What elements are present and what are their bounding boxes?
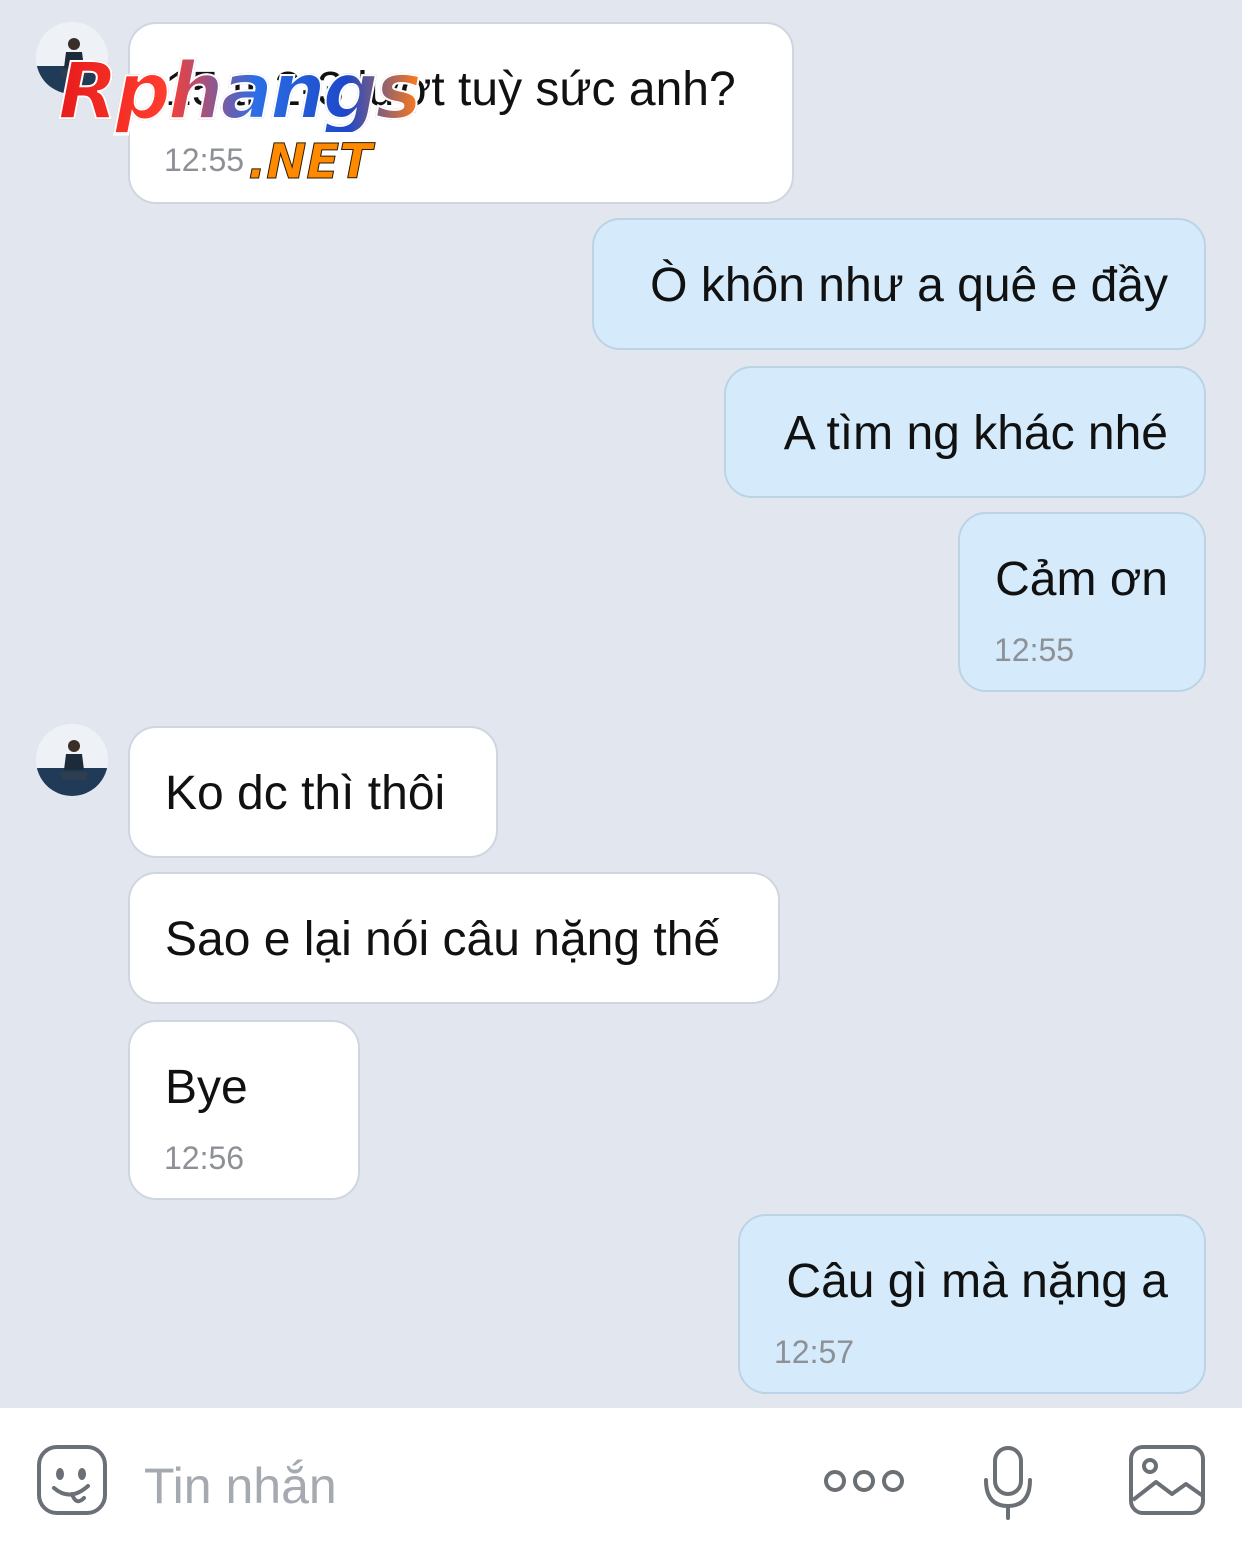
message-received[interactable]: 15 tr 2-3 lượt tuỳ sức anh? 12:55 (128, 22, 794, 204)
chat-area[interactable]: 15 tr 2-3 lượt tuỳ sức anh? 12:55 Ò khôn… (0, 0, 1242, 1407)
contact-avatar[interactable] (36, 724, 108, 796)
message-sent[interactable]: A tìm ng khác nhé (724, 366, 1206, 498)
message-sent[interactable]: Cảm ơn 12:55 (958, 512, 1206, 692)
message-text: Sao e lại nói câu nặng thế (165, 913, 721, 966)
message-received[interactable]: Bye 12:56 (128, 1020, 360, 1200)
avatar-photo-icon (36, 22, 108, 94)
microphone-icon[interactable] (978, 1444, 1038, 1527)
sticker-icon[interactable] (36, 1444, 108, 1521)
more-icon[interactable] (822, 1464, 906, 1503)
avatar-photo-icon (36, 724, 108, 796)
message-text: Cảm ơn (995, 553, 1168, 606)
message-text: Bye (165, 1061, 248, 1114)
message-sent[interactable]: Câu gì mà nặng a 12:57 (738, 1214, 1206, 1394)
image-icon[interactable] (1128, 1444, 1206, 1521)
message-time: 12:56 (164, 1140, 245, 1176)
message-time: 12:55 (164, 142, 245, 178)
message-time: 12:55 (994, 632, 1075, 668)
message-composer: Tin nhắn (0, 1407, 1242, 1552)
message-text: Câu gì mà nặng a (786, 1255, 1168, 1308)
message-sent[interactable]: Ò khôn như a quê e đầy (592, 218, 1206, 350)
contact-avatar[interactable] (36, 22, 108, 94)
message-text: Ko dc thì thôi (165, 767, 446, 820)
message-received[interactable]: Ko dc thì thôi (128, 726, 498, 858)
message-received[interactable]: Sao e lại nói câu nặng thế (128, 872, 780, 1004)
message-time: 12:57 (774, 1334, 855, 1370)
message-input[interactable]: Tin nhắn (144, 1456, 337, 1516)
message-text: Ò khôn như a quê e đầy (650, 259, 1168, 312)
message-text: A tìm ng khác nhé (783, 407, 1168, 460)
message-text: 15 tr 2-3 lượt tuỳ sức anh? (165, 63, 736, 116)
